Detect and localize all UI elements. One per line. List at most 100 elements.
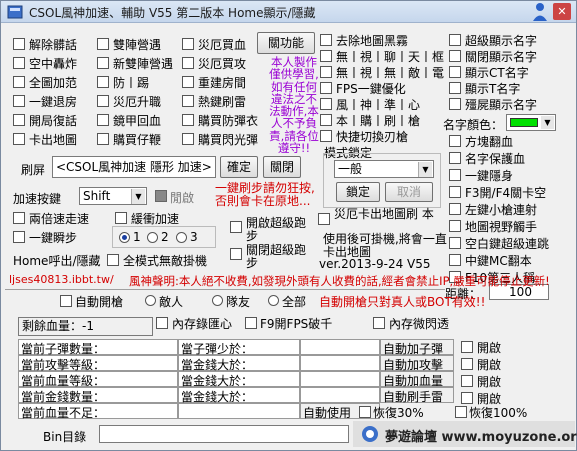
attack-level-cell: 當前攻擊等級：: [18, 355, 178, 372]
checkbox-two-speed[interactable]: [13, 212, 25, 224]
checkbox-quick-switch[interactable]: [320, 130, 332, 142]
radio-target-team-label: 隊友: [226, 295, 251, 309]
checkbox-super-jump[interactable]: [449, 237, 461, 249]
bin-dir-input[interactable]: [99, 425, 349, 443]
checkbox-one-key-exit[interactable]: [13, 95, 25, 107]
checkbox-disaster-stuck[interactable]: [318, 213, 330, 225]
checkbox-mem-flash[interactable]: [373, 317, 385, 329]
checkbox-name-protect[interactable]: [449, 152, 461, 164]
checkbox-remove-fog[interactable]: [320, 34, 332, 46]
checkbox-crosshair[interactable]: [320, 98, 332, 110]
checkbox-enable-grenade[interactable]: [461, 392, 473, 404]
remain-hp-field: 剩餘血量：-1: [18, 317, 153, 336]
checkbox-disaster-promote[interactable]: [97, 95, 109, 107]
declaration-text: 風神聲明:本人絕不收費,如發現外頭有人收費的話,經者會禁止IP,嚴重可能停止更新…: [129, 274, 550, 288]
radio-step-2[interactable]: [147, 232, 158, 243]
radio-target-all[interactable]: [268, 295, 279, 306]
label-mem-flash: 內存微閃透: [389, 317, 450, 331]
checkbox-f9-fps[interactable]: [245, 317, 257, 329]
checkbox-t-name[interactable]: [449, 82, 461, 94]
money-more-input-1[interactable]: [300, 355, 380, 371]
label-zombie-name: 殭屍顯示名字: [465, 98, 538, 112]
label-map-view: 地圖視野觸手: [465, 220, 538, 234]
ammo-less-input[interactable]: [300, 339, 380, 355]
checkbox-slow-speed[interactable]: [115, 212, 127, 224]
checkbox-remove-swear[interactable]: [13, 38, 25, 50]
checkbox-restore-100[interactable]: [455, 406, 467, 418]
close-button[interactable]: 關閉: [263, 156, 301, 178]
radio-target-enemy[interactable]: [145, 295, 156, 306]
label-quick-switch: 快捷切換刃槍: [336, 130, 409, 144]
checkbox-fullscreen-invincible[interactable]: [107, 254, 119, 266]
checkbox-anti-kick[interactable]: [97, 76, 109, 88]
checkbox-close-super-run[interactable]: [230, 248, 242, 260]
checkbox-restore-30[interactable]: [359, 406, 371, 418]
checkbox-air-bomb[interactable]: [13, 57, 25, 69]
toggle-function-button[interactable]: 關功能: [257, 32, 315, 54]
cancel-button[interactable]: 取消: [385, 182, 433, 202]
checkbox-map-speed[interactable]: [13, 76, 25, 88]
label-dual-camp: 雙陣營遇: [113, 38, 162, 52]
money-more-input-3[interactable]: [300, 387, 380, 403]
checkbox-armor-heal[interactable]: [97, 114, 109, 126]
checkbox-disaster-buy-hp[interactable]: [182, 38, 194, 50]
mode-select[interactable]: 一般 ▼: [334, 160, 434, 178]
checkbox-ct-name[interactable]: [449, 66, 461, 78]
checkbox-open-super-run[interactable]: [230, 221, 242, 233]
radio-step-3[interactable]: [176, 232, 187, 243]
checkbox-rebuild-room[interactable]: [182, 76, 194, 88]
checkbox-no-chat[interactable]: [320, 50, 332, 62]
refresh-text-input[interactable]: <CSOL風神加速 隱形 加速>: [52, 156, 216, 178]
radio-step-1[interactable]: [119, 232, 130, 243]
hp-low-input[interactable]: [178, 403, 300, 419]
lock-button[interactable]: 鎖定: [336, 182, 380, 202]
checkbox-dual-camp[interactable]: [97, 38, 109, 50]
checkbox-buy-gun[interactable]: [320, 114, 332, 126]
label-block-hp: 方塊翻血: [465, 135, 514, 149]
money-more-input-2[interactable]: [300, 371, 380, 387]
checkbox-mem-lock[interactable]: [156, 317, 168, 329]
confirm-button[interactable]: 確定: [220, 156, 258, 178]
close-icon[interactable]: ✕: [553, 3, 571, 20]
checkbox-disaster-buy-atk[interactable]: [182, 57, 194, 69]
checkbox-super-name[interactable]: [449, 34, 461, 46]
name-color-select[interactable]: ▼: [506, 114, 556, 131]
checkbox-one-key-step[interactable]: [13, 231, 25, 243]
checkbox-enable-ammo[interactable]: [461, 341, 473, 353]
hp-low-cell: 當前血量不足：: [18, 403, 178, 420]
checkbox-map-view[interactable]: [449, 220, 461, 232]
checkbox-enable-attack[interactable]: [461, 358, 473, 370]
checkbox-mc-script[interactable]: [449, 254, 461, 266]
checkbox-hide-name[interactable]: [449, 50, 461, 62]
label-mc-script: 中鍵MC翻本: [465, 254, 532, 268]
person-icon[interactable]: [531, 2, 549, 22]
checkbox-enable-hp[interactable]: [461, 375, 473, 387]
checkbox-buy-vest[interactable]: [182, 114, 194, 126]
checkbox-pistol-rapid[interactable]: [449, 203, 461, 215]
author-url-link[interactable]: ljses40813.ibbt.tw/: [9, 273, 114, 286]
checkbox-f3-air[interactable]: [449, 186, 461, 198]
checkbox-zombie-name[interactable]: [449, 98, 461, 110]
hp-level-cell: 當前血量等級：: [18, 371, 178, 388]
label-anti-kick: 防丨踢: [113, 76, 150, 90]
money-more-cell-3: 當金錢大於：: [178, 387, 300, 404]
checkbox-new-dual-camp[interactable]: [97, 57, 109, 69]
checkbox-block-hp[interactable]: [449, 135, 461, 147]
checkbox-buy-whip[interactable]: [97, 133, 109, 145]
checkbox-buy-flash[interactable]: [182, 133, 194, 145]
checkbox-open-revive[interactable]: [13, 114, 25, 126]
label-disable: 閒啟: [170, 191, 195, 205]
watermark: 夢遊論壇 www.moyuzone.org: [353, 421, 577, 447]
checkbox-auto-fire[interactable]: [60, 295, 72, 307]
forum-logo-icon: [362, 426, 378, 442]
speed-key-select[interactable]: Shift ▼: [79, 187, 147, 205]
checkbox-hotkey-grenade[interactable]: [182, 95, 194, 107]
checkbox-invisible[interactable]: [449, 169, 461, 181]
checkbox-stuck-map[interactable]: [13, 133, 25, 145]
hotkey-note: 一鍵刷步請勿狂按, 否則會卡在原地...: [215, 182, 315, 208]
checkbox-no-invincible[interactable]: [320, 66, 332, 78]
checkbox-disable[interactable]: [155, 190, 167, 202]
checkbox-fps-optimize[interactable]: [320, 82, 332, 94]
radio-target-team[interactable]: [212, 295, 223, 306]
speed-key-value: Shift: [83, 189, 111, 203]
